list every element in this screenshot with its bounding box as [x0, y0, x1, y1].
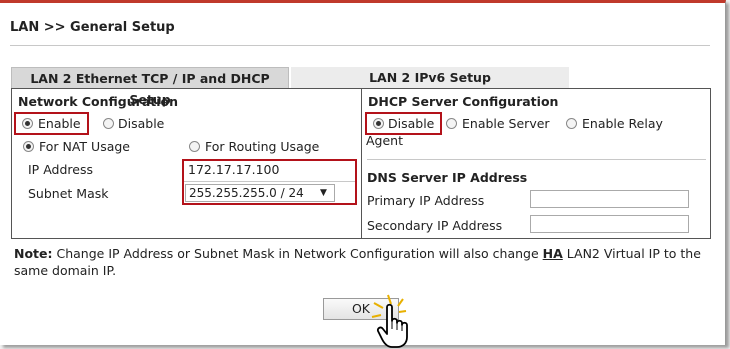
- subnet-mask-value: 255.255.255.0 / 24: [189, 186, 304, 200]
- routing-usage-label[interactable]: For Routing Usage: [205, 139, 319, 154]
- panel-divider: [361, 89, 362, 238]
- dhcp-enable-server-radio[interactable]: [446, 118, 457, 129]
- dhcp-config-heading: DHCP Server Configuration: [368, 94, 559, 109]
- settings-panel: Network Configuration Enable Disable For…: [11, 88, 711, 239]
- tab-ethernet-tcpip-dhcp[interactable]: LAN 2 Ethernet TCP / IP and DHCP Setup: [11, 67, 289, 107]
- network-enable-radio[interactable]: [22, 118, 33, 129]
- dhcp-enable-relay-label[interactable]: Enable Relay: [582, 116, 663, 131]
- primary-ip-label: Primary IP Address: [367, 193, 485, 208]
- dhcp-dns-divider: [367, 159, 706, 160]
- network-config-heading: Network Configuration: [18, 94, 178, 109]
- dhcp-disable-label[interactable]: Disable: [388, 116, 434, 131]
- network-enable-label[interactable]: Enable: [38, 116, 81, 131]
- note-body-start: Change IP Address or Subnet Mask in Netw…: [56, 246, 539, 261]
- subnet-mask-select[interactable]: 255.255.255.0 / 24: [185, 184, 335, 202]
- dhcp-disable-radio[interactable]: [373, 118, 384, 129]
- dhcp-enable-server-label[interactable]: Enable Server: [462, 116, 550, 131]
- nat-usage-label[interactable]: For NAT Usage: [39, 139, 130, 154]
- routing-usage-radio[interactable]: [189, 141, 200, 152]
- dhcp-enable-relay-radio[interactable]: [566, 118, 577, 129]
- primary-ip-input[interactable]: [530, 190, 689, 208]
- hand-pointer-icon: [371, 294, 408, 348]
- dns-server-heading: DNS Server IP Address: [367, 170, 528, 185]
- ip-address-input[interactable]: 172.17.17.100: [188, 162, 279, 177]
- secondary-ip-input[interactable]: [530, 215, 689, 233]
- network-disable-radio[interactable]: [103, 118, 114, 129]
- tab-ipv6-setup[interactable]: LAN 2 IPv6 Setup: [291, 67, 569, 88]
- dhcp-enable-relay-label-cont[interactable]: Agent: [366, 133, 403, 148]
- note-label: Note:: [14, 246, 53, 261]
- note-text: Note: Change IP Address or Subnet Mask i…: [14, 245, 714, 279]
- title-divider: [10, 45, 710, 46]
- network-disable-label[interactable]: Disable: [118, 116, 164, 131]
- window-frame: LAN >> General Setup LAN 2 Ethernet TCP …: [0, 0, 726, 348]
- subnet-mask-label: Subnet Mask: [28, 186, 109, 201]
- nat-usage-radio[interactable]: [23, 141, 34, 152]
- ha-link[interactable]: HA: [543, 246, 563, 261]
- secondary-ip-label: Secondary IP Address: [367, 218, 503, 233]
- page-title: LAN >> General Setup: [10, 20, 175, 35]
- ip-address-label: IP Address: [28, 162, 93, 177]
- chevron-down-icon: ▼: [320, 188, 327, 198]
- ip-row-divider: [184, 181, 355, 182]
